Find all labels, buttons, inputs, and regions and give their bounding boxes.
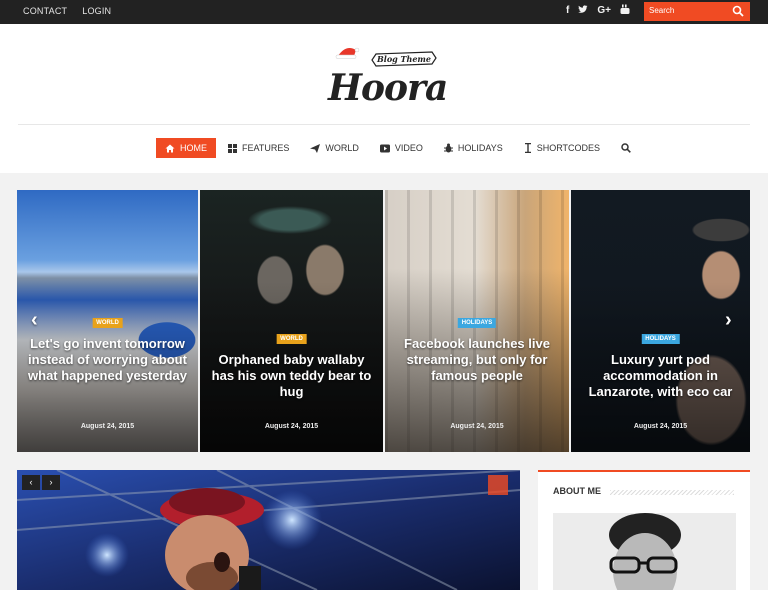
top-bar: CONTACT LOGIN f G+ Search <box>0 0 768 24</box>
category-badge[interactable]: HOLIDAYS <box>457 318 497 328</box>
nav-label: FEATURES <box>242 143 290 153</box>
slide-title[interactable]: Let's go invent tomorrow instead of worr… <box>25 336 190 384</box>
svg-text:Hooray: Hooray <box>327 67 446 109</box>
featured-post-image <box>17 470 520 590</box>
featured-slider: WORLD Let's go invent tomorrow instead o… <box>17 190 750 452</box>
slide-title[interactable]: Facebook launches live streaming, but on… <box>393 336 561 384</box>
nav-label: WORLD <box>325 143 359 153</box>
slide-card[interactable]: HOLIDAYS Luxury yurt pod accommodation i… <box>571 190 750 452</box>
nav-label: SHORTCODES <box>536 143 601 153</box>
youtube-icon[interactable] <box>620 4 630 20</box>
search-icon[interactable] <box>732 5 744 17</box>
bug-icon <box>443 143 453 153</box>
slide-title[interactable]: Luxury yurt pod accommodation in Lanzaro… <box>579 352 742 400</box>
about-me-widget: ABOUT ME <box>538 470 750 590</box>
feature-next-button[interactable]: › <box>42 475 60 490</box>
category-badge[interactable]: WORLD <box>276 334 307 344</box>
play-icon <box>379 144 390 152</box>
slide-title[interactable]: Orphaned baby wallaby has his own teddy … <box>208 352 375 400</box>
search-icon <box>621 143 631 153</box>
nav-video[interactable]: VIDEO <box>371 138 432 158</box>
header-divider <box>18 124 750 125</box>
nav-home[interactable]: HOME <box>156 138 216 158</box>
slide-date: August 24, 2015 <box>264 423 319 430</box>
paper-plane-icon <box>310 143 321 153</box>
text-cursor-icon <box>524 143 531 153</box>
slide-date: August 24, 2015 <box>80 423 135 430</box>
slide-card[interactable]: WORLD Orphaned baby wallaby has his own … <box>200 190 383 452</box>
share-icon[interactable] <box>488 475 508 495</box>
google-plus-icon[interactable]: G+ <box>597 4 611 20</box>
nav-label: HOME <box>180 143 207 153</box>
home-icon <box>165 144 175 152</box>
social-icons: f G+ <box>566 4 630 20</box>
category-badge[interactable]: HOLIDAYS <box>641 334 680 344</box>
facebook-icon[interactable]: f <box>566 4 569 20</box>
site-logo[interactable]: Blog Theme Hooray <box>322 42 471 112</box>
slide-card[interactable]: HOLIDAYS Facebook launches live streamin… <box>385 190 569 452</box>
chevron-left-icon[interactable]: ‹ <box>31 310 38 330</box>
login-link[interactable]: LOGIN <box>82 6 111 16</box>
nav-holidays[interactable]: HOLIDAYS <box>435 138 512 158</box>
slide-date: August 24, 2015 <box>633 423 688 430</box>
chevron-right-icon[interactable]: › <box>725 310 732 330</box>
author-photo <box>553 513 736 590</box>
category-badge[interactable]: WORLD <box>92 318 123 328</box>
widget-title: ABOUT ME <box>553 486 601 496</box>
search-input[interactable]: Search <box>649 6 674 15</box>
title-decoration <box>610 490 734 495</box>
search-box[interactable]: Search <box>644 2 750 21</box>
nav-label: VIDEO <box>394 143 423 153</box>
main-nav: HOME FEATURES WORLD VIDEO HOLIDAYS SHORT… <box>156 138 648 158</box>
nav-features[interactable]: FEATURES <box>219 138 298 158</box>
featured-post[interactable]: ‹ › <box>17 470 520 590</box>
nav-world[interactable]: WORLD <box>301 138 368 158</box>
contact-link[interactable]: CONTACT <box>23 6 67 16</box>
site-header: Blog Theme Hooray HOME FEATURES WORLD VI… <box>0 24 768 173</box>
slide-date: August 24, 2015 <box>450 423 504 430</box>
grid-icon <box>228 143 237 153</box>
nav-label: HOLIDAYS <box>457 143 503 153</box>
twitter-icon[interactable] <box>578 4 588 20</box>
top-links: CONTACT LOGIN <box>23 6 111 16</box>
logo-tagline: Blog Theme <box>376 54 431 64</box>
nav-shortcodes[interactable]: SHORTCODES <box>515 138 609 158</box>
slide-card[interactable]: WORLD Let's go invent tomorrow instead o… <box>17 190 198 452</box>
feature-prev-button[interactable]: ‹ <box>22 475 40 490</box>
nav-search[interactable] <box>612 138 645 158</box>
